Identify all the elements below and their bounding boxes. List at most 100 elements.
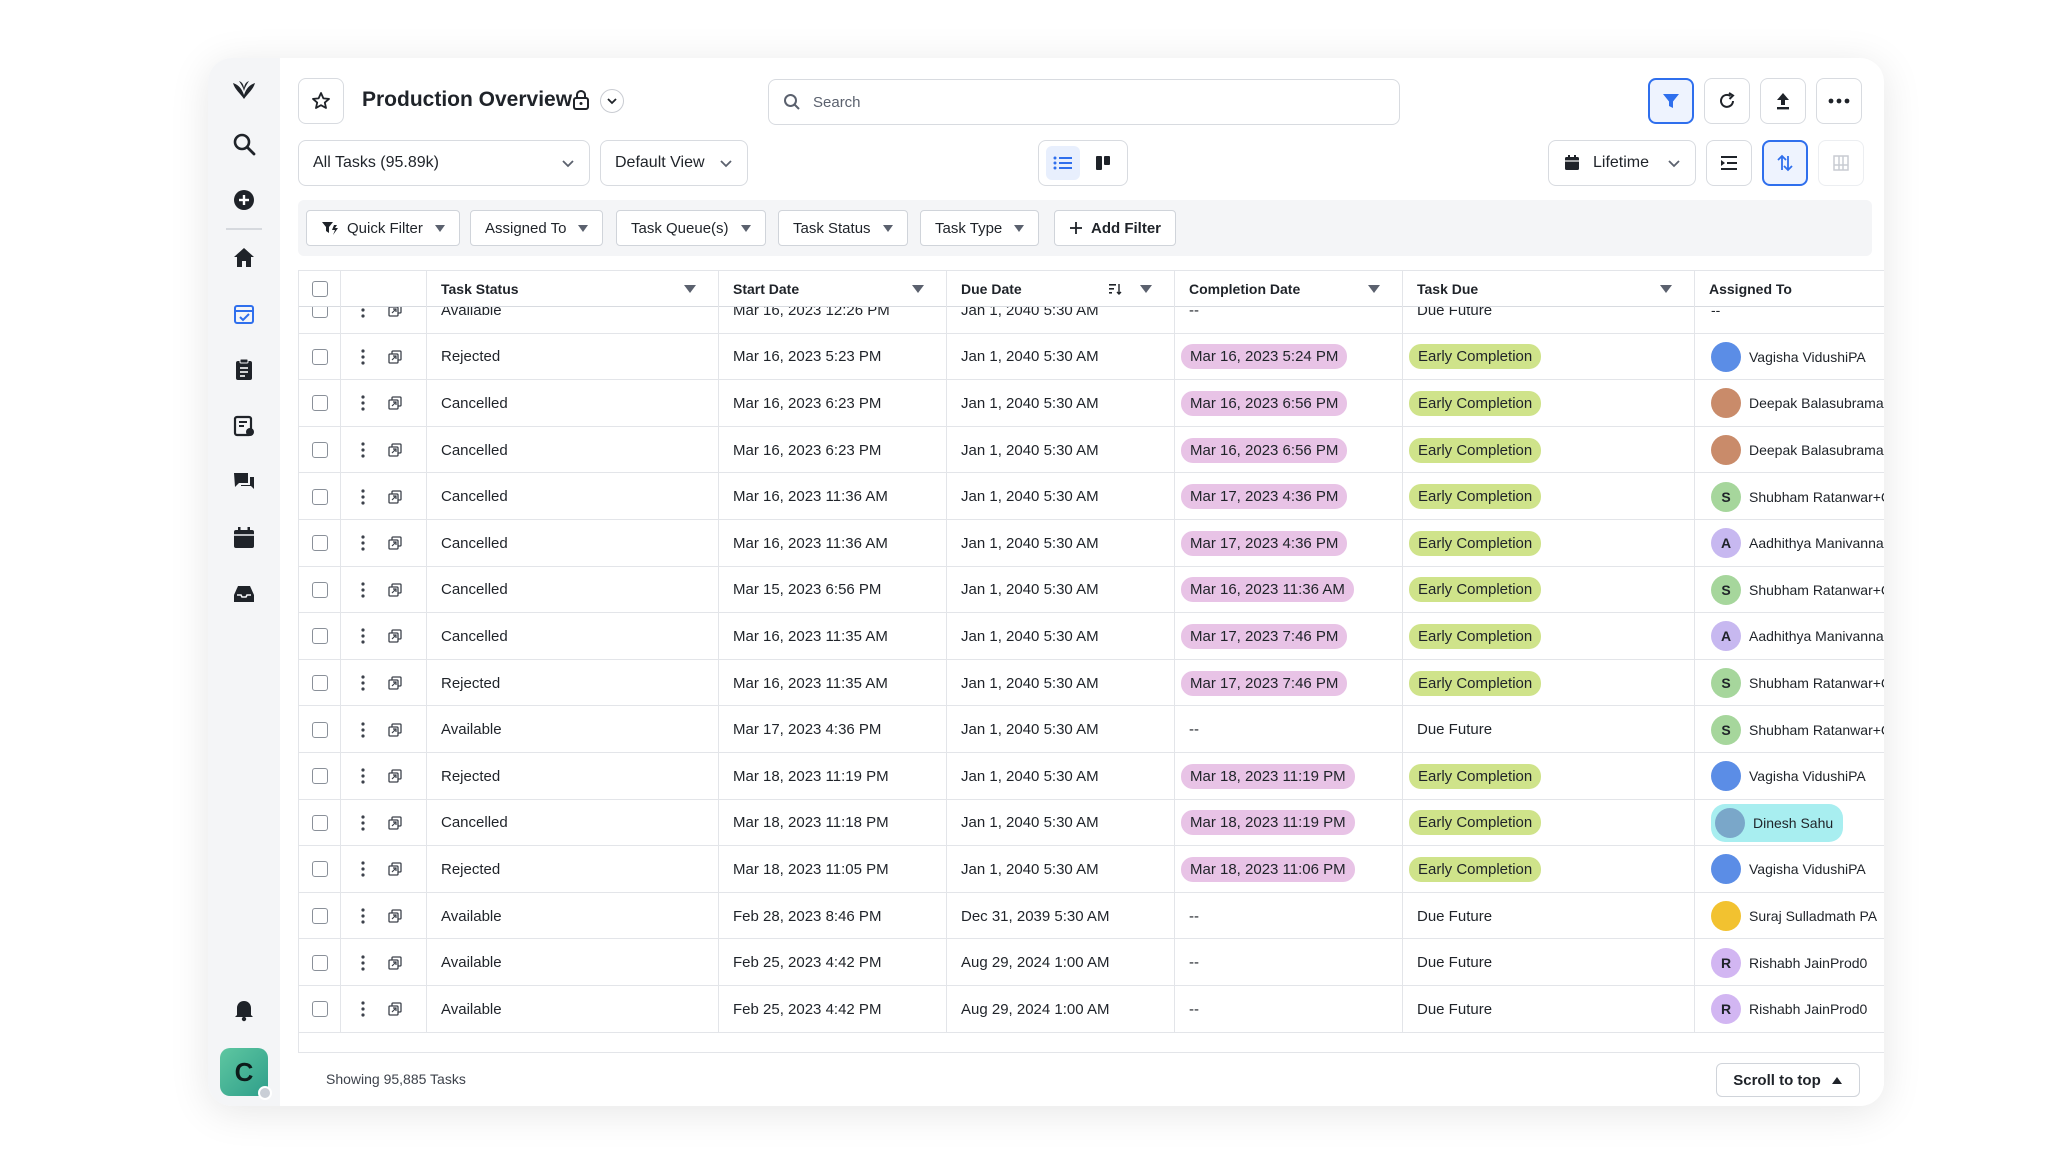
row-menu-icon[interactable] <box>361 722 365 738</box>
row-menu-icon[interactable] <box>361 861 365 878</box>
favorite-button[interactable] <box>298 78 344 124</box>
bell-icon[interactable] <box>224 990 264 1030</box>
open-in-new-icon[interactable] <box>387 768 403 784</box>
caret-down-icon[interactable] <box>684 285 696 293</box>
tasks-scope-dropdown[interactable]: All Tasks (95.89k) <box>298 140 590 186</box>
date-range-dropdown[interactable]: Lifetime <box>1548 140 1696 186</box>
row-checkbox[interactable] <box>312 954 328 971</box>
table-row[interactable]: Cancelled Mar 15, 2023 6:56 PM Jan 1, 20… <box>299 566 1884 614</box>
chat-icon[interactable] <box>224 462 264 502</box>
row-menu-icon[interactable] <box>361 489 365 505</box>
assigned-to-cell[interactable]: Deepak Balasubramai <box>1695 427 1884 474</box>
row-menu-icon[interactable] <box>361 395 365 412</box>
open-in-new-icon[interactable] <box>387 722 403 738</box>
assigned-to-cell[interactable]: A Aadhithya Manivanna <box>1695 613 1884 660</box>
row-menu-icon[interactable] <box>361 349 365 365</box>
open-in-new-icon[interactable] <box>387 442 403 458</box>
row-menu-icon[interactable] <box>361 442 365 458</box>
assigned-to-cell[interactable]: S Shubham Ratanwar+C <box>1695 706 1884 753</box>
assigned-to-cell[interactable]: A Aadhithya Manivanna <box>1695 520 1884 567</box>
table-row[interactable]: Cancelled Mar 16, 2023 11:36 AM Jan 1, 2… <box>299 473 1884 520</box>
table-row[interactable]: Rejected Mar 16, 2023 11:35 AM Jan 1, 20… <box>299 659 1884 707</box>
row-checkbox[interactable] <box>312 628 328 645</box>
open-in-new-icon[interactable] <box>387 861 403 877</box>
more-options-button[interactable] <box>1816 78 1862 124</box>
table-row[interactable]: Cancelled Mar 16, 2023 11:35 AM Jan 1, 2… <box>299 613 1884 660</box>
table-row[interactable]: Available Feb 28, 2023 8:46 PM Dec 31, 2… <box>299 892 1884 940</box>
column-header-task-status[interactable]: Task Status <box>427 271 719 307</box>
column-header-completion-date[interactable]: Completion Date <box>1175 271 1403 307</box>
assigned-to-cell[interactable]: Deepak Balasubramai <box>1695 380 1884 427</box>
column-header-assigned-to[interactable]: Assigned To <box>1695 271 1884 307</box>
row-checkbox[interactable] <box>312 814 328 831</box>
task-status-filter-chip[interactable]: Task Status <box>778 210 908 246</box>
row-checkbox[interactable] <box>312 675 328 692</box>
row-checkbox[interactable] <box>312 721 328 738</box>
open-in-new-icon[interactable] <box>387 349 403 365</box>
open-in-new-icon[interactable] <box>387 815 403 831</box>
column-header-task-due[interactable]: Task Due <box>1403 271 1695 307</box>
caret-down-icon[interactable] <box>1660 285 1672 293</box>
row-menu-icon[interactable] <box>361 1001 365 1017</box>
task-type-filter-chip[interactable]: Task Type <box>920 210 1040 246</box>
open-in-new-icon[interactable] <box>387 955 403 971</box>
assigned-to-cell[interactable]: S Shubham Ratanwar+C <box>1695 567 1884 614</box>
open-in-new-icon[interactable] <box>387 908 403 924</box>
assigned-to-cell[interactable]: R Rishabh JainProd0 <box>1695 986 1884 1033</box>
search-input[interactable] <box>813 93 1373 111</box>
open-in-new-icon[interactable] <box>387 675 403 691</box>
open-in-new-icon[interactable] <box>387 489 403 505</box>
column-header-start-date[interactable]: Start Date <box>719 271 947 307</box>
assigned-to-cell[interactable]: Dinesh Sahu <box>1695 800 1884 847</box>
assigned-to-cell[interactable]: Suraj Sulladmath PA <box>1695 893 1884 940</box>
columns-button[interactable] <box>1706 140 1752 186</box>
task-queue-filter-chip[interactable]: Task Queue(s) <box>616 210 766 246</box>
user-avatar[interactable]: C <box>220 1048 272 1100</box>
tasks-calendar-icon[interactable] <box>224 294 264 334</box>
open-in-new-icon[interactable] <box>387 1001 403 1017</box>
row-menu-icon[interactable] <box>361 582 365 598</box>
row-menu-icon[interactable] <box>361 955 365 971</box>
assigned-to-cell[interactable]: Vagisha VidushiPA <box>1695 334 1884 381</box>
open-in-new-icon[interactable] <box>387 395 403 411</box>
table-row[interactable]: Available Mar 17, 2023 4:36 PM Jan 1, 20… <box>299 706 1884 753</box>
select-all-checkbox[interactable] <box>312 281 328 297</box>
table-row[interactable]: Cancelled Mar 16, 2023 11:36 AM Jan 1, 2… <box>299 519 1884 567</box>
caret-down-icon[interactable] <box>1368 285 1380 293</box>
row-checkbox[interactable] <box>312 488 328 505</box>
open-in-new-icon[interactable] <box>387 535 403 551</box>
row-menu-icon[interactable] <box>361 628 365 645</box>
add-filter-button[interactable]: Add Filter <box>1054 210 1176 246</box>
sort-button[interactable] <box>1762 140 1808 186</box>
refresh-button[interactable] <box>1704 78 1750 124</box>
assigned-to-cell[interactable]: S Shubham Ratanwar+C <box>1695 473 1884 520</box>
row-checkbox[interactable] <box>312 535 328 552</box>
inbox-icon[interactable] <box>224 574 264 614</box>
clipboard-icon[interactable] <box>224 350 264 390</box>
home-icon[interactable] <box>224 238 264 278</box>
table-row[interactable]: Cancelled Mar 16, 2023 6:23 PM Jan 1, 20… <box>299 380 1884 427</box>
assigned-to-cell[interactable]: Vagisha VidushiPA <box>1695 846 1884 893</box>
assigned-to-cell[interactable]: Vagisha VidushiPA <box>1695 753 1884 800</box>
table-row[interactable]: Rejected Mar 18, 2023 11:19 PM Jan 1, 20… <box>299 752 1884 800</box>
assigned-to-cell[interactable]: R Rishabh JainProd0 <box>1695 939 1884 986</box>
table-row[interactable]: Cancelled Mar 16, 2023 6:23 PM Jan 1, 20… <box>299 426 1884 474</box>
open-in-new-icon[interactable] <box>387 582 403 598</box>
row-checkbox[interactable] <box>312 861 328 878</box>
table-row[interactable]: Rejected Mar 18, 2023 11:05 PM Jan 1, 20… <box>299 846 1884 893</box>
quick-filter-chip[interactable]: Quick Filter <box>306 210 460 246</box>
filter-button[interactable] <box>1648 78 1694 124</box>
row-menu-icon[interactable] <box>361 815 365 831</box>
calendar-icon[interactable] <box>224 518 264 558</box>
row-checkbox[interactable] <box>312 395 328 412</box>
caret-down-icon[interactable] <box>1140 285 1152 293</box>
row-menu-icon[interactable] <box>361 908 365 924</box>
view-dropdown[interactable]: Default View <box>600 140 748 186</box>
row-checkbox[interactable] <box>312 1001 328 1018</box>
caret-down-icon[interactable] <box>912 285 924 293</box>
sort-desc-icon[interactable] <box>1108 282 1122 296</box>
scroll-to-top-button[interactable]: Scroll to top <box>1716 1063 1860 1097</box>
open-in-new-icon[interactable] <box>387 628 403 644</box>
row-checkbox[interactable] <box>312 768 328 785</box>
freeze-columns-button[interactable] <box>1818 140 1864 186</box>
